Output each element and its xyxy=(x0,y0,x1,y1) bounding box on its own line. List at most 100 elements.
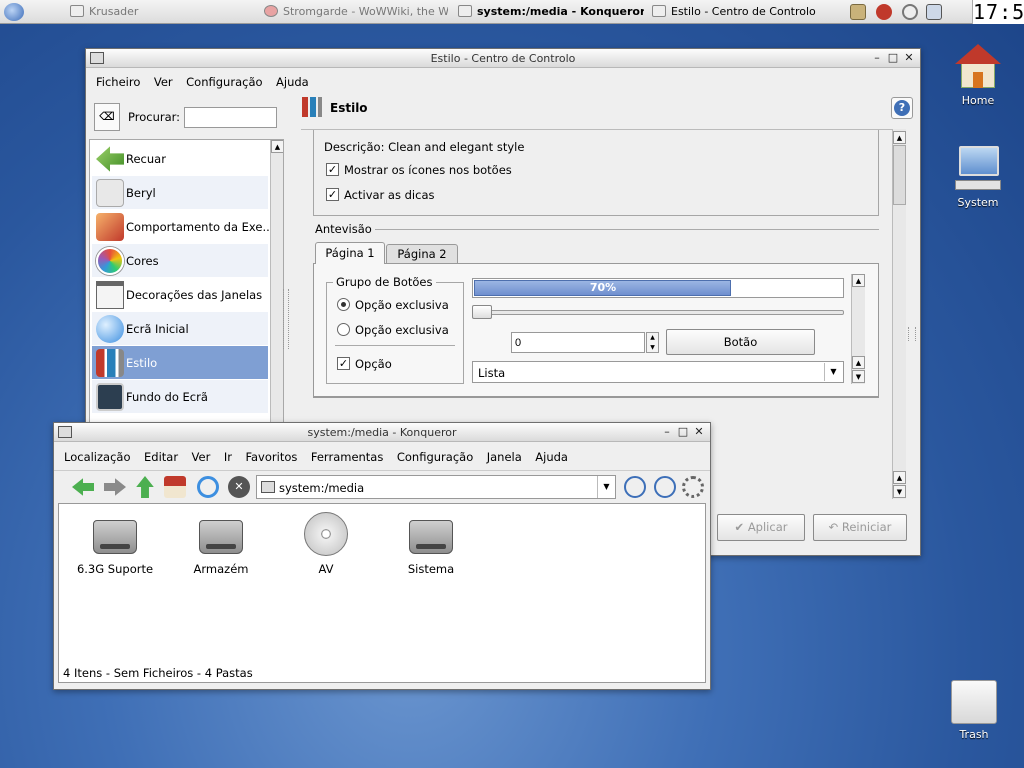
exclusive-option-radio-1[interactable] xyxy=(337,298,350,311)
network-icon[interactable] xyxy=(876,4,892,20)
kmenu-icon[interactable] xyxy=(4,3,24,21)
back-arrow-icon xyxy=(96,146,124,172)
scroll-up-icon[interactable]: ▲ xyxy=(852,274,865,287)
menu-favoritos[interactable]: Favoritos xyxy=(245,446,297,468)
spin-input[interactable] xyxy=(511,332,645,353)
tab-pagina-1[interactable]: Página 1 xyxy=(315,242,385,264)
menu-editar[interactable]: Editar xyxy=(144,446,178,468)
progress-bar: 70% xyxy=(472,278,844,298)
splitter-handle[interactable] xyxy=(283,289,289,349)
taskbar-item-konqueror[interactable]: system:/media - Konqueror xyxy=(458,0,644,24)
desktop-icon-home[interactable]: Home xyxy=(946,44,1010,107)
media-icon[interactable] xyxy=(902,4,918,20)
chevron-down-icon[interactable]: ▼ xyxy=(824,363,842,381)
back-icon[interactable] xyxy=(72,478,94,496)
desktop-icon-system[interactable]: System xyxy=(946,146,1010,209)
minimize-icon[interactable]: – xyxy=(870,51,884,65)
menu-localizacao[interactable]: Localização xyxy=(64,446,131,468)
window-title: Estilo - Centro de Controlo xyxy=(430,52,576,65)
forward-icon[interactable] xyxy=(104,478,126,496)
taskbar-item-krusader[interactable]: Krusader xyxy=(70,0,250,24)
menu-ir[interactable]: Ir xyxy=(224,446,232,468)
preview-scrollbar[interactable]: ▲ ▲ ▼ xyxy=(851,274,865,384)
taskbar-item-browser[interactable]: Stromgarde - WoWWiki, the W xyxy=(264,0,448,24)
zoom-in-icon[interactable] xyxy=(624,476,646,498)
close-icon[interactable]: ✕ xyxy=(902,51,916,65)
help-button[interactable]: ? xyxy=(891,97,913,119)
module-scrollbar[interactable]: ▲ ▲ ▼ xyxy=(892,129,906,499)
option-checkbox[interactable]: ✓ xyxy=(337,357,350,370)
tab-pagina-2[interactable]: Página 2 xyxy=(386,244,458,264)
maximize-icon[interactable]: □ xyxy=(676,425,690,439)
scroll-up-icon[interactable]: ▲ xyxy=(271,140,283,153)
resize-handle[interactable] xyxy=(908,327,916,341)
exclusive-option-label-1: Opção exclusiva xyxy=(355,298,449,312)
menu-configuracao[interactable]: Configuração xyxy=(397,446,473,468)
monitor-icon[interactable] xyxy=(926,4,942,20)
clipboard-icon[interactable] xyxy=(850,4,866,20)
module-item-decoracoes[interactable]: Decorações das Janelas xyxy=(92,278,268,312)
scroll-down-icon[interactable]: ▼ xyxy=(852,370,865,383)
progress-text: 70% xyxy=(589,281,617,294)
desktop-icon-label: System xyxy=(957,196,999,209)
exclusive-option-radio-2[interactable] xyxy=(337,323,350,336)
preview-button[interactable]: Botão xyxy=(666,329,815,355)
combo-value: Lista xyxy=(478,366,506,380)
slider-handle[interactable] xyxy=(472,305,492,319)
control-center-titlebar[interactable]: Estilo - Centro de Controlo – □ ✕ xyxy=(86,49,920,68)
taskbar-item-control-center[interactable]: Estilo - Centro de Controlo xyxy=(652,0,842,24)
search-input[interactable] xyxy=(184,107,277,128)
module-item-comportamento[interactable]: Comportamento da Exe... xyxy=(92,210,273,244)
home-icon[interactable] xyxy=(164,476,186,498)
scroll-down-icon[interactable]: ▼ xyxy=(893,485,906,498)
show-icons-checkbox[interactable]: ✓ xyxy=(326,163,339,176)
scrollbar-thumb[interactable] xyxy=(893,145,906,205)
stop-icon[interactable]: ✕ xyxy=(228,476,250,498)
clock[interactable]: 17:59 xyxy=(972,0,1024,24)
button-group-label: Grupo de Botões xyxy=(333,275,436,289)
menu-ficheiro[interactable]: Ficheiro xyxy=(96,71,140,93)
zoom-out-icon[interactable] xyxy=(654,476,676,498)
scroll-up-icon[interactable]: ▲ xyxy=(893,471,906,484)
chevron-down-icon[interactable]: ▼ xyxy=(597,476,615,498)
minimize-icon[interactable]: – xyxy=(660,425,674,439)
location-bar[interactable]: system:/media ▼ xyxy=(256,475,616,499)
desktop-icon-trash[interactable]: Trash xyxy=(942,680,1006,741)
media-item-sistema[interactable]: Sistema xyxy=(391,520,471,576)
menu-ver[interactable]: Ver xyxy=(154,71,173,93)
media-item-av[interactable]: AV xyxy=(286,512,366,576)
close-icon[interactable]: ✕ xyxy=(692,425,706,439)
taskbar-item-label: Estilo - Centro de Controlo xyxy=(671,5,816,18)
scroll-up-icon[interactable]: ▲ xyxy=(852,356,865,369)
menu-ferramentas[interactable]: Ferramentas xyxy=(311,446,383,468)
module-item-cores[interactable]: Cores xyxy=(92,244,268,278)
module-item-ecra-inicial[interactable]: Ecrã Inicial xyxy=(92,312,268,346)
list-combo[interactable]: Lista ▼ xyxy=(472,361,844,383)
menu-janela[interactable]: Janela xyxy=(487,446,522,468)
konqueror-titlebar[interactable]: system:/media - Konqueror – □ ✕ xyxy=(54,423,710,442)
menu-ajuda[interactable]: Ajuda xyxy=(535,446,568,468)
maximize-icon[interactable]: □ xyxy=(886,51,900,65)
tooltips-checkbox[interactable]: ✓ xyxy=(326,188,339,201)
menu-configuracao[interactable]: Configuração xyxy=(186,71,262,93)
menu-ver[interactable]: Ver xyxy=(192,446,211,468)
module-list-scrollbar[interactable]: ▲ xyxy=(270,140,283,424)
clear-search-icon[interactable]: ⌫ xyxy=(94,103,120,131)
reset-label: Reiniciar xyxy=(841,520,892,534)
preview-slider[interactable] xyxy=(472,310,844,315)
module-item-beryl[interactable]: Beryl xyxy=(92,176,268,210)
reset-button[interactable]: ↶ Reiniciar xyxy=(813,514,907,541)
module-label: Beryl xyxy=(126,186,156,200)
apply-button[interactable]: ✔ Aplicar xyxy=(717,514,805,541)
module-item-fundo[interactable]: Fundo do Ecrã xyxy=(92,380,268,414)
location-input[interactable]: system:/media xyxy=(279,481,364,495)
up-icon[interactable] xyxy=(136,476,154,498)
module-item-recuar[interactable]: Recuar xyxy=(92,142,268,176)
reload-icon[interactable] xyxy=(197,476,219,498)
module-item-estilo[interactable]: Estilo xyxy=(92,346,268,380)
media-item-suporte[interactable]: 6.3G Suporte xyxy=(75,520,155,576)
spin-arrows-icon[interactable]: ▲ ▼ xyxy=(646,332,659,353)
scroll-up-icon[interactable]: ▲ xyxy=(893,131,906,144)
menu-ajuda[interactable]: Ajuda xyxy=(276,71,309,93)
media-item-armazem[interactable]: Armazém xyxy=(181,520,261,576)
